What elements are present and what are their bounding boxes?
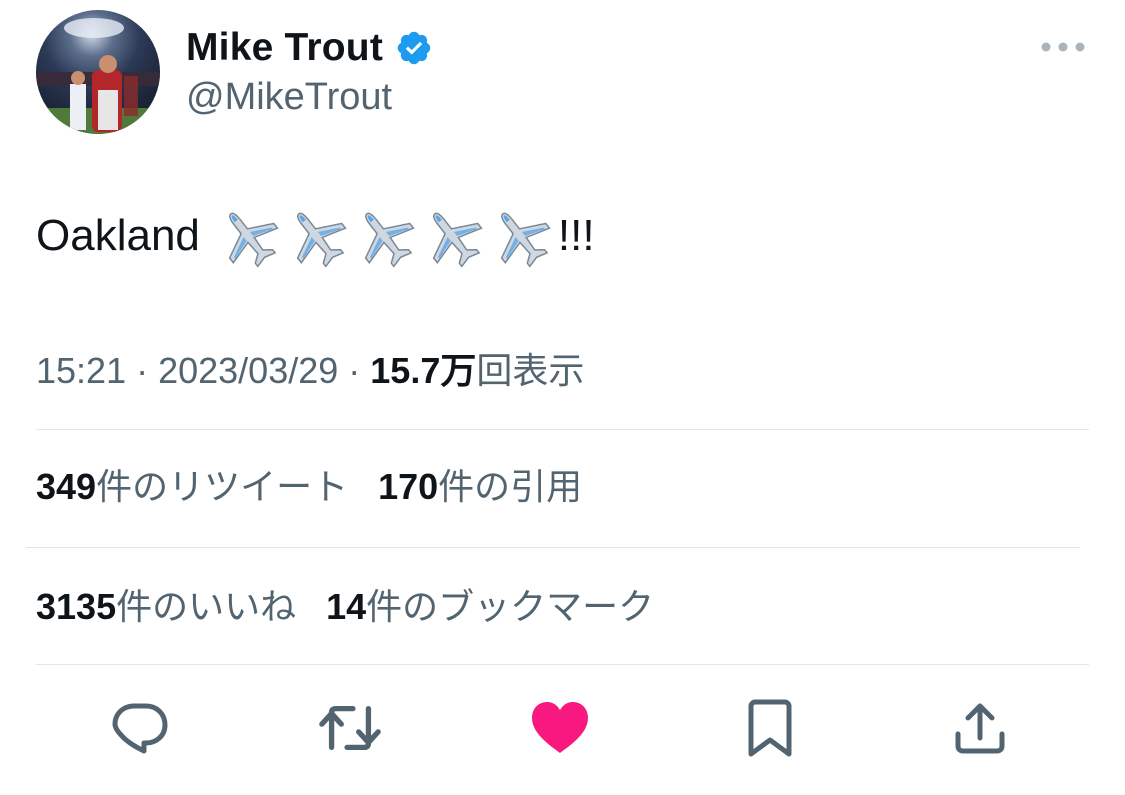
stats-row-likes: 3135件のいいね 14件のブックマーク	[36, 582, 654, 632]
emoji-group	[214, 204, 554, 268]
like-button[interactable]	[528, 696, 592, 760]
retweets-stat[interactable]: 349件のリツイート	[36, 462, 348, 512]
quotes-count: 170	[378, 466, 439, 507]
quotes-label: 件の引用	[438, 466, 583, 507]
name-row[interactable]: Mike Trout	[186, 24, 433, 72]
tweet-time[interactable]: 15:21	[36, 350, 126, 391]
display-name[interactable]: Mike Trout	[186, 26, 383, 70]
airplane-icon	[228, 212, 279, 268]
reply-button[interactable]	[108, 696, 172, 760]
bookmarks-label: 件のブックマーク	[366, 586, 655, 627]
avatar[interactable]	[36, 10, 160, 134]
stats-row-reposts: 349件のリツイート 170件の引用	[36, 462, 582, 512]
tweet-text-word: Oakland	[36, 211, 200, 260]
heart-icon	[532, 702, 588, 753]
retweet-icon	[319, 705, 381, 751]
bookmarks-stat[interactable]: 14件のブックマーク	[326, 582, 654, 632]
bookmark-button[interactable]	[738, 696, 802, 760]
more-options-icon[interactable]	[1040, 36, 1086, 58]
airplane-icon	[296, 212, 347, 268]
tweet-meta: 15:21 · 2023/03/29 · 15.7万回表示	[36, 346, 584, 396]
meta-separator: ·	[126, 350, 159, 391]
tweet-text-exclamation: !!!	[557, 211, 595, 260]
divider	[36, 664, 1089, 665]
share-icon	[955, 703, 1005, 754]
tweet-detail: Mike Trout @MikeTrout Oakland !!! 15:21 …	[0, 0, 1125, 795]
views-label[interactable]: 回表示	[476, 350, 584, 391]
bookmarks-count: 14	[326, 586, 367, 627]
user-handle[interactable]: @MikeTrout	[186, 76, 392, 119]
verified-badge-icon	[397, 31, 431, 65]
bookmark-icon	[748, 699, 792, 757]
retweets-count: 349	[36, 466, 97, 507]
airplane-icon	[432, 212, 483, 268]
quotes-stat[interactable]: 170件の引用	[378, 462, 582, 512]
likes-count: 3135	[36, 586, 117, 627]
tweet-date[interactable]: 2023/03/29	[158, 350, 338, 391]
retweets-label: 件のリツイート	[96, 466, 349, 507]
divider	[26, 547, 1080, 548]
likes-label: 件のいいね	[116, 586, 297, 627]
views-count[interactable]: 15.7万	[370, 350, 476, 391]
tweet-text: Oakland !!!	[36, 204, 595, 268]
divider	[36, 429, 1089, 430]
airplane-icon	[364, 212, 415, 268]
retweet-button[interactable]	[318, 696, 382, 760]
share-button[interactable]	[948, 696, 1012, 760]
likes-stat[interactable]: 3135件のいいね	[36, 582, 296, 632]
reply-icon	[112, 703, 168, 754]
meta-separator: ·	[338, 350, 371, 391]
avatar-photo	[36, 18, 160, 134]
airplane-icon	[500, 212, 551, 268]
